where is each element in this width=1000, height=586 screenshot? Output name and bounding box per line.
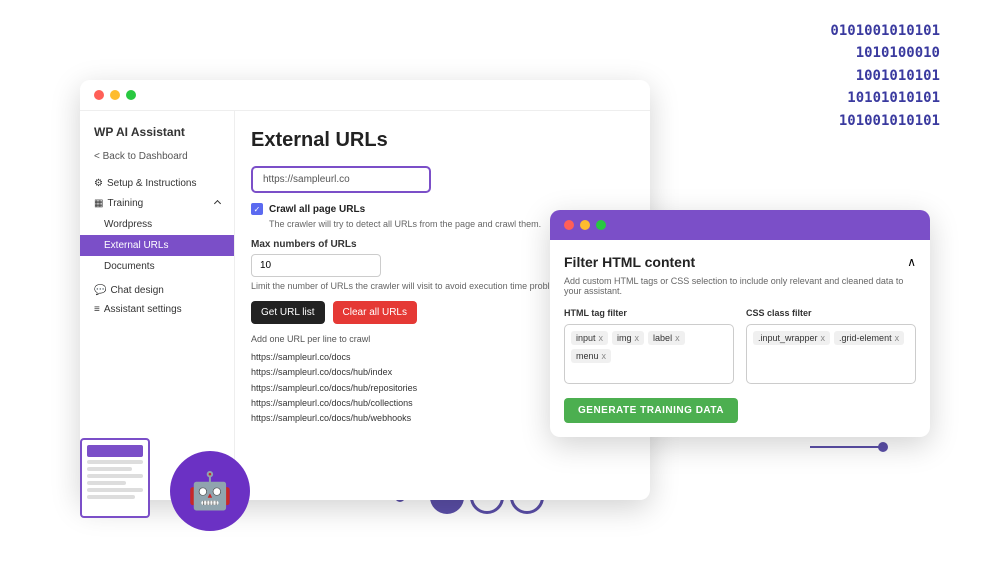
tag-grid-element-remove[interactable]: x [895, 333, 900, 343]
chevron-up-icon [214, 200, 221, 207]
html-tag-area[interactable]: input x img x label x menu x [564, 324, 734, 384]
html-tag-filter-label: HTML tag filter [564, 308, 734, 318]
filter-titlebar [550, 210, 930, 240]
sidebar-item-documents[interactable]: Documents [80, 256, 234, 277]
doc-header [87, 445, 143, 457]
css-class-filter-label: CSS class filter [746, 308, 916, 318]
sidebar-item-wordpress[interactable]: Wordpress [80, 214, 234, 235]
sidebar-item-external-urls[interactable]: External URLs [80, 235, 234, 256]
tag-input-wrapper-remove[interactable]: x [821, 333, 826, 343]
html-tag-filter-col: HTML tag filter input x img x label x [564, 308, 734, 384]
crawl-checkbox[interactable] [251, 203, 263, 215]
clear-all-urls-button[interactable]: Clear all URLs [333, 301, 417, 324]
generate-training-data-button[interactable]: GENERATE TRAINING DATA [564, 398, 738, 423]
sidebar-chat-design[interactable]: 💬 Chat design [80, 281, 234, 300]
filter-title-row: Filter HTML content ∧ [564, 254, 916, 270]
filter-columns: HTML tag filter input x img x label x [564, 308, 916, 384]
settings-icon: ≡ [94, 304, 100, 315]
max-urls-input[interactable] [251, 254, 381, 277]
chat-icon: 💬 [94, 285, 106, 296]
tag-img[interactable]: img x [612, 331, 644, 345]
crawl-checkbox-label: Crawl all page URLs [269, 204, 365, 215]
tag-label-remove[interactable]: x [675, 333, 680, 343]
tag-menu-remove[interactable]: x [602, 351, 607, 361]
filter-dot-yellow[interactable] [580, 220, 590, 230]
filter-toggle-icon[interactable]: ∧ [907, 255, 916, 269]
document-thumbnail [80, 438, 150, 518]
doc-line [87, 474, 143, 478]
filter-window: Filter HTML content ∧ Add custom HTML ta… [550, 210, 930, 437]
css-tag-area[interactable]: .input_wrapper x .grid-element x [746, 324, 916, 384]
titlebar-dot-green[interactable] [126, 90, 136, 100]
sidebar-assistant-settings[interactable]: ≡ Assistant settings [80, 300, 234, 319]
tag-input-remove[interactable]: x [599, 333, 604, 343]
doc-line [87, 460, 143, 464]
gear-icon: ⚙ [94, 178, 103, 189]
titlebar-dot-red[interactable] [94, 90, 104, 100]
tag-menu[interactable]: menu x [571, 349, 611, 363]
training-icon: ▦ [94, 198, 103, 209]
deco-dot-right [878, 442, 888, 452]
main-window-titlebar [80, 80, 650, 111]
page-title: External URLs [251, 129, 634, 152]
tag-grid-element[interactable]: .grid-element x [834, 331, 904, 345]
doc-line [87, 467, 132, 471]
url-input[interactable] [251, 166, 431, 193]
deco-line-right [810, 446, 880, 448]
robot-icon-circle: 🤖 [170, 451, 250, 531]
doc-line [87, 488, 143, 492]
tag-img-remove[interactable]: x [635, 333, 640, 343]
robot-icon: 🤖 [188, 470, 233, 512]
filter-dot-green[interactable] [596, 220, 606, 230]
tag-input[interactable]: input x [571, 331, 608, 345]
doc-line [87, 481, 126, 485]
tag-input-wrapper[interactable]: .input_wrapper x [753, 331, 830, 345]
css-class-filter-col: CSS class filter .input_wrapper x .grid-… [746, 308, 916, 384]
titlebar-dot-yellow[interactable] [110, 90, 120, 100]
doc-line [87, 495, 135, 499]
sidebar-training[interactable]: ▦ Training [80, 193, 234, 214]
sidebar-brand: WP AI Assistant [80, 125, 234, 151]
filter-dot-red[interactable] [564, 220, 574, 230]
filter-description: Add custom HTML tags or CSS selection to… [564, 276, 916, 296]
sidebar-back-button[interactable]: < Back to Dashboard [80, 151, 234, 174]
binary-background: 0101001010101 1010100010 1001010101 1010… [830, 20, 940, 132]
tag-label[interactable]: label x [648, 331, 685, 345]
filter-body: Filter HTML content ∧ Add custom HTML ta… [550, 240, 930, 437]
filter-title: Filter HTML content [564, 254, 695, 270]
sidebar-setup[interactable]: ⚙ Setup & Instructions [80, 174, 234, 193]
get-url-list-button[interactable]: Get URL list [251, 301, 325, 324]
